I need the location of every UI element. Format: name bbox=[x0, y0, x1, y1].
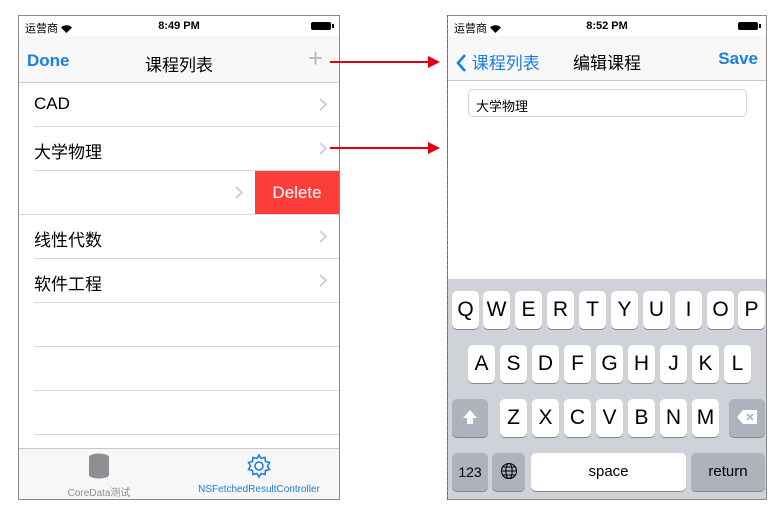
key-r[interactable]: R bbox=[547, 291, 574, 329]
key-m[interactable]: M bbox=[692, 399, 719, 437]
course-list-screen: 运营商 8:49 PM Done 课程列表 + CAD 大学物理 Delete … bbox=[18, 15, 340, 500]
list-item[interactable]: CAD bbox=[34, 83, 339, 127]
key-d[interactable]: D bbox=[532, 345, 559, 383]
chevron-right-icon bbox=[319, 230, 327, 243]
empty-row bbox=[34, 303, 339, 347]
status-time: 8:52 PM bbox=[586, 20, 628, 32]
key-e[interactable]: E bbox=[515, 291, 542, 329]
key-u[interactable]: U bbox=[643, 291, 670, 329]
list-item-swiped[interactable]: Delete bbox=[19, 171, 339, 215]
page-title: 课程列表 bbox=[145, 56, 213, 75]
globe-key[interactable] bbox=[492, 453, 525, 491]
keyboard: Q W E R T Y U I O P A S D F G H J K L Z … bbox=[448, 279, 766, 499]
key-j[interactable]: J bbox=[660, 345, 687, 383]
key-w[interactable]: W bbox=[483, 291, 510, 329]
chevron-right-icon bbox=[319, 98, 327, 111]
empty-row bbox=[34, 391, 339, 435]
key-x[interactable]: X bbox=[532, 399, 559, 437]
edit-course-screen: 运营商 8:52 PM 课程列表 编辑课程 Save 大学物理 Q W E R … bbox=[447, 15, 767, 500]
list-item[interactable]: 大学物理 bbox=[34, 127, 339, 171]
return-key[interactable]: return bbox=[691, 453, 765, 491]
key-v[interactable]: V bbox=[596, 399, 623, 437]
globe-icon bbox=[500, 462, 517, 480]
key-o[interactable]: O bbox=[707, 291, 734, 329]
tab-nsfetchedresultcontroller[interactable]: NSFetchedResultController bbox=[179, 453, 339, 495]
save-button[interactable]: Save bbox=[718, 49, 758, 69]
key-a[interactable]: A bbox=[468, 345, 495, 383]
tab-coredata[interactable]: CoreData测试 bbox=[19, 453, 179, 499]
arrow-row-to-edit bbox=[330, 142, 440, 154]
shift-arrow-icon bbox=[463, 410, 477, 424]
add-button[interactable]: + bbox=[308, 43, 323, 74]
key-b[interactable]: B bbox=[628, 399, 655, 437]
list-item[interactable]: 软件工程 bbox=[34, 259, 339, 303]
course-label: 线性代数 bbox=[34, 231, 102, 250]
battery-icon bbox=[738, 22, 761, 30]
gear-icon bbox=[247, 453, 271, 479]
key-s[interactable]: S bbox=[500, 345, 527, 383]
status-bar: 运营商 8:49 PM bbox=[19, 16, 339, 36]
key-f[interactable]: F bbox=[564, 345, 591, 383]
space-key[interactable]: space bbox=[531, 453, 686, 491]
backspace-key[interactable] bbox=[729, 399, 765, 437]
course-label: 软件工程 bbox=[34, 275, 102, 294]
key-l[interactable]: L bbox=[724, 345, 751, 383]
battery-icon bbox=[311, 22, 334, 30]
status-time: 8:49 PM bbox=[158, 20, 200, 32]
list-item[interactable]: 线性代数 bbox=[34, 215, 339, 259]
dashed-divider bbox=[447, 15, 448, 500]
delete-button[interactable]: Delete bbox=[255, 171, 339, 214]
key-p[interactable]: P bbox=[738, 291, 765, 329]
key-q[interactable]: Q bbox=[452, 291, 479, 329]
backspace-icon bbox=[737, 410, 757, 424]
chevron-right-icon bbox=[319, 274, 327, 287]
course-list: CAD 大学物理 Delete 线性代数 软件工程 bbox=[19, 83, 339, 435]
key-y[interactable]: Y bbox=[611, 291, 638, 329]
database-icon bbox=[89, 453, 109, 479]
arrow-add-to-edit bbox=[330, 56, 440, 68]
course-name-field[interactable]: 大学物理 bbox=[468, 89, 747, 117]
tab-bar: CoreData测试 NSFetchedResultController bbox=[19, 448, 339, 499]
course-label: 大学物理 bbox=[34, 143, 102, 162]
shift-key[interactable] bbox=[452, 399, 488, 437]
key-h[interactable]: H bbox=[628, 345, 655, 383]
key-k[interactable]: K bbox=[692, 345, 719, 383]
tab-label: NSFetchedResultController bbox=[198, 484, 320, 495]
tab-label: CoreData测试 bbox=[67, 488, 131, 499]
key-i[interactable]: I bbox=[675, 291, 702, 329]
key-c[interactable]: C bbox=[564, 399, 591, 437]
course-label: CAD bbox=[34, 94, 70, 113]
chevron-right-icon bbox=[319, 142, 327, 155]
key-g[interactable]: G bbox=[596, 345, 623, 383]
key-t[interactable]: T bbox=[579, 291, 606, 329]
empty-row bbox=[34, 347, 339, 391]
chevron-right-icon bbox=[235, 186, 243, 199]
key-z[interactable]: Z bbox=[500, 399, 527, 437]
navigation-bar: Done 课程列表 + bbox=[19, 36, 339, 83]
navigation-bar: 课程列表 编辑课程 Save bbox=[448, 36, 766, 81]
numbers-key[interactable]: 123 bbox=[452, 453, 488, 491]
key-n[interactable]: N bbox=[660, 399, 687, 437]
status-bar: 运营商 8:52 PM bbox=[448, 16, 766, 36]
